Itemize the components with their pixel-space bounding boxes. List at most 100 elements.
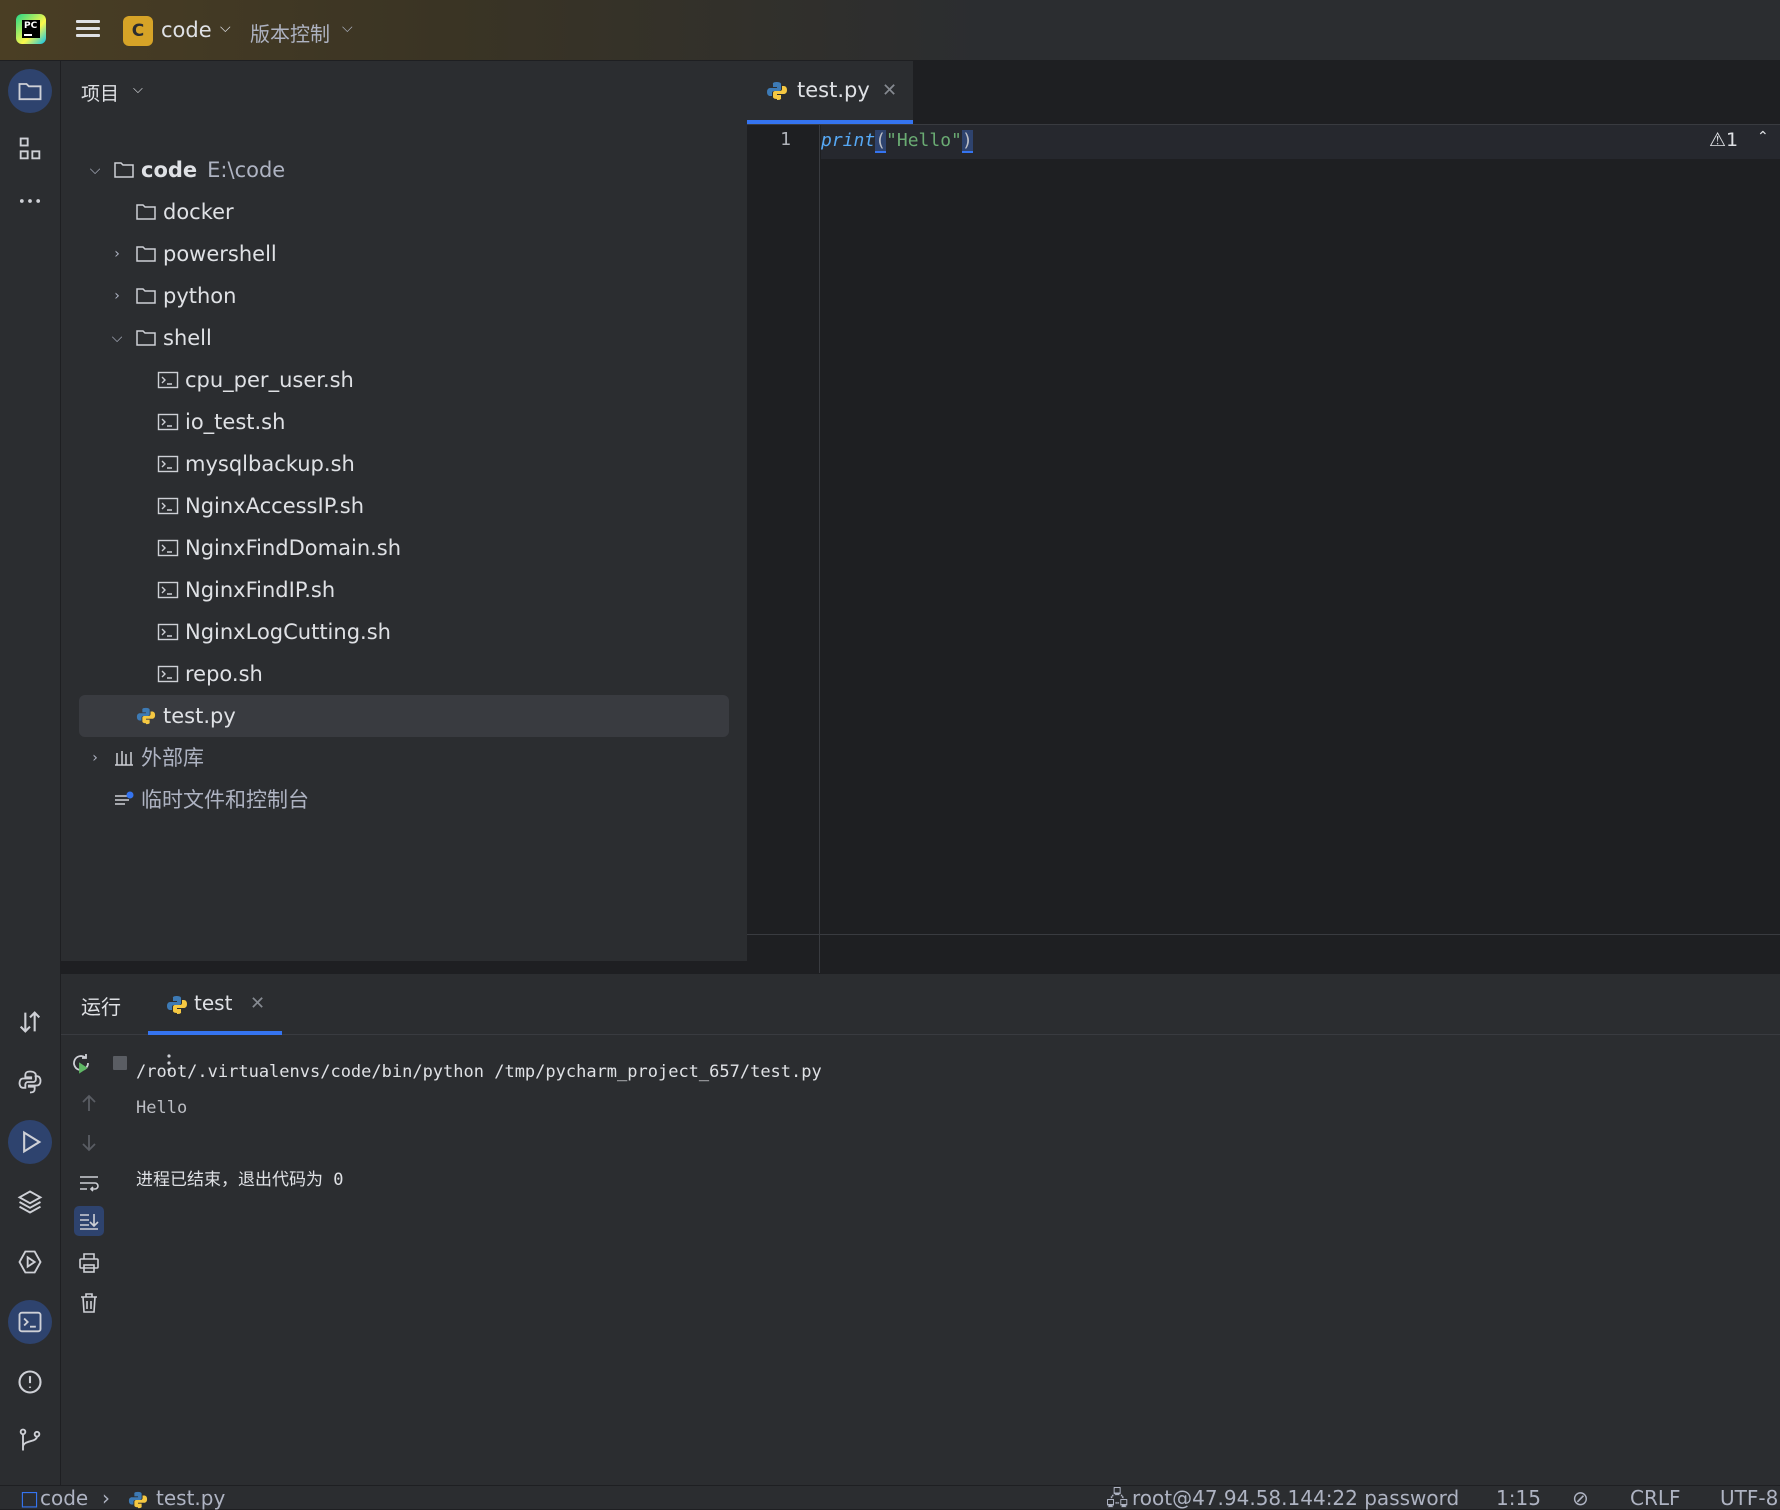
chevron-down-icon[interactable]: ⌵ (342, 20, 353, 36)
main-menu-button[interactable] (74, 16, 102, 44)
more-icon[interactable] (8, 179, 52, 223)
chevron-right-icon[interactable]: › (85, 737, 105, 779)
layers-icon[interactable] (8, 1180, 52, 1224)
active-tab-indicator (747, 120, 913, 124)
inspection-widget[interactable]: ⚠1 (1709, 129, 1738, 151)
console-output[interactable]: /root/.virtualenvs/code/bin/python /tmp/… (136, 1054, 822, 1198)
structure-icon[interactable] (8, 127, 52, 171)
soft-wrap-icon[interactable] (74, 1168, 104, 1198)
tree-label: 外部库 (141, 746, 204, 770)
inspection-count: 1 (1726, 129, 1739, 151)
arrow-down-icon[interactable] (74, 1128, 104, 1158)
tree-item-shell[interactable]: ⌵ shell (79, 317, 729, 359)
tree-item-docker[interactable]: docker (79, 191, 729, 233)
project-pane-title[interactable]: 项目 (81, 79, 119, 106)
chevron-down-icon[interactable]: ⌵ (220, 20, 231, 36)
close-icon[interactable]: ✕ (250, 993, 265, 1014)
breadcrumb-file[interactable]: test.py (156, 1486, 225, 1510)
tool-window-strip (0, 61, 60, 1491)
tree-item-file[interactable]: NginxLogCutting.sh (79, 611, 729, 653)
shell-script-icon (157, 623, 179, 641)
shell-script-icon (157, 539, 179, 557)
tree-label: docker (163, 200, 234, 224)
tree-label: repo.sh (185, 662, 263, 686)
vcs-dropdown[interactable]: 版本控制 (250, 18, 330, 47)
services-icon[interactable] (8, 1240, 52, 1284)
chevron-down-icon[interactable]: ⌵ (133, 82, 143, 97)
console-exit-message: 进程已结束，退出代码为 0 (136, 1170, 344, 1190)
chevron-down-icon[interactable]: ⌵ (85, 149, 105, 191)
commit-arrows-icon[interactable] (8, 1000, 52, 1044)
chevron-right-icon[interactable]: › (107, 275, 127, 317)
tree-item-file[interactable]: mysqlbackup.sh (79, 443, 729, 485)
title-bar: PC C code ⌵ 版本控制 ⌵ (0, 0, 1780, 61)
project-pane: 项目 ⌵ ⌵ code E:\code docker › powershell ›… (61, 61, 747, 961)
editor-tab-bar: test.py ✕ (747, 61, 1780, 125)
status-bar: □ code › test.py 🖧 root@47.94.58.144:22 … (0, 1485, 1780, 1510)
python-console-icon[interactable] (8, 1060, 52, 1104)
file-encoding[interactable]: UTF-8 (1720, 1486, 1778, 1510)
tree-label: test.py (163, 704, 236, 728)
git-branch-icon[interactable] (8, 1418, 52, 1462)
run-tab-test[interactable]: test ✕ (148, 974, 282, 1035)
readonly-toggle-icon[interactable]: ⊘ (1572, 1486, 1589, 1510)
tree-label: code E:\code (141, 158, 286, 182)
stop-icon[interactable] (105, 1048, 135, 1078)
tree-label: NginxFindIP.sh (185, 578, 336, 602)
python-file-icon (136, 707, 156, 725)
tree-label: io_test.sh (185, 410, 286, 434)
terminal-icon[interactable] (8, 1300, 52, 1344)
run-icon[interactable] (8, 1120, 52, 1164)
tree-item-external-libraries[interactable]: › 外部库 (79, 737, 729, 779)
shell-script-icon (157, 665, 179, 683)
tree-item-file[interactable]: io_test.sh (79, 401, 729, 443)
tree-label: 临时文件和控制台 (141, 788, 309, 812)
close-icon[interactable]: ✕ (882, 80, 897, 101)
rerun-icon[interactable] (66, 1048, 96, 1078)
tree-item-test-py[interactable]: test.py (79, 695, 729, 737)
tree-label: powershell (163, 242, 277, 266)
line-separator[interactable]: CRLF (1630, 1486, 1681, 1510)
problems-icon[interactable] (8, 1360, 52, 1404)
scratches-icon (115, 791, 134, 805)
project-folder-icon[interactable] (8, 69, 52, 113)
code-line[interactable]: print("Hello") (821, 130, 973, 153)
project-name-dropdown[interactable]: code (161, 18, 212, 42)
chevron-right-icon: › (102, 1486, 110, 1510)
caret-position[interactable]: 1:15 (1496, 1486, 1541, 1510)
run-panel: 运行 test ✕ /root/.virtualenvs/code/bin/py… (61, 973, 1780, 1486)
print-icon[interactable] (74, 1248, 104, 1278)
folder-icon (114, 162, 134, 178)
editor-tab-label: test.py (797, 78, 870, 102)
interpreter-status[interactable]: root@47.94.58.144:22 password (1132, 1486, 1459, 1510)
chevron-down-icon[interactable]: ⌵ (107, 317, 127, 359)
editor-divider (747, 934, 1780, 935)
scroll-to-end-icon[interactable] (74, 1206, 104, 1236)
tree-item-powershell[interactable]: › powershell (79, 233, 729, 275)
code-string: "Hello" (886, 130, 962, 151)
console-command: /root/.virtualenvs/code/bin/python /tmp/… (136, 1062, 822, 1082)
editor-tab-test-py[interactable]: test.py ✕ (747, 61, 913, 124)
run-tab-label: test (194, 991, 233, 1015)
tree-item-file[interactable]: cpu_per_user.sh (79, 359, 729, 401)
project-badge[interactable]: C (123, 16, 153, 46)
tree-item-python[interactable]: › python (79, 275, 729, 317)
chevron-right-icon[interactable]: › (107, 233, 127, 275)
chevron-up-icon[interactable]: ⌃ (1757, 129, 1769, 145)
tree-item-scratches[interactable]: 临时文件和控制台 (79, 779, 729, 821)
shell-script-icon (157, 581, 179, 599)
line-number: 1 (780, 129, 791, 150)
python-file-icon (167, 996, 187, 1014)
tree-item-code-root[interactable]: ⌵ code E:\code (79, 149, 729, 191)
tree-item-file[interactable]: NginxFindDomain.sh (79, 527, 729, 569)
tree-item-file[interactable]: NginxFindIP.sh (79, 569, 729, 611)
console-stdout: Hello (136, 1098, 188, 1118)
breadcrumb-root[interactable]: code (40, 1486, 88, 1510)
editor-gutter[interactable] (747, 125, 820, 995)
tree-item-file[interactable]: repo.sh (79, 653, 729, 695)
arrow-up-icon[interactable] (74, 1088, 104, 1118)
tree-item-file[interactable]: NginxAccessIP.sh (79, 485, 729, 527)
pycharm-logo-icon[interactable]: PC (16, 14, 46, 44)
folder-icon (136, 246, 156, 262)
trash-icon[interactable] (74, 1288, 104, 1318)
